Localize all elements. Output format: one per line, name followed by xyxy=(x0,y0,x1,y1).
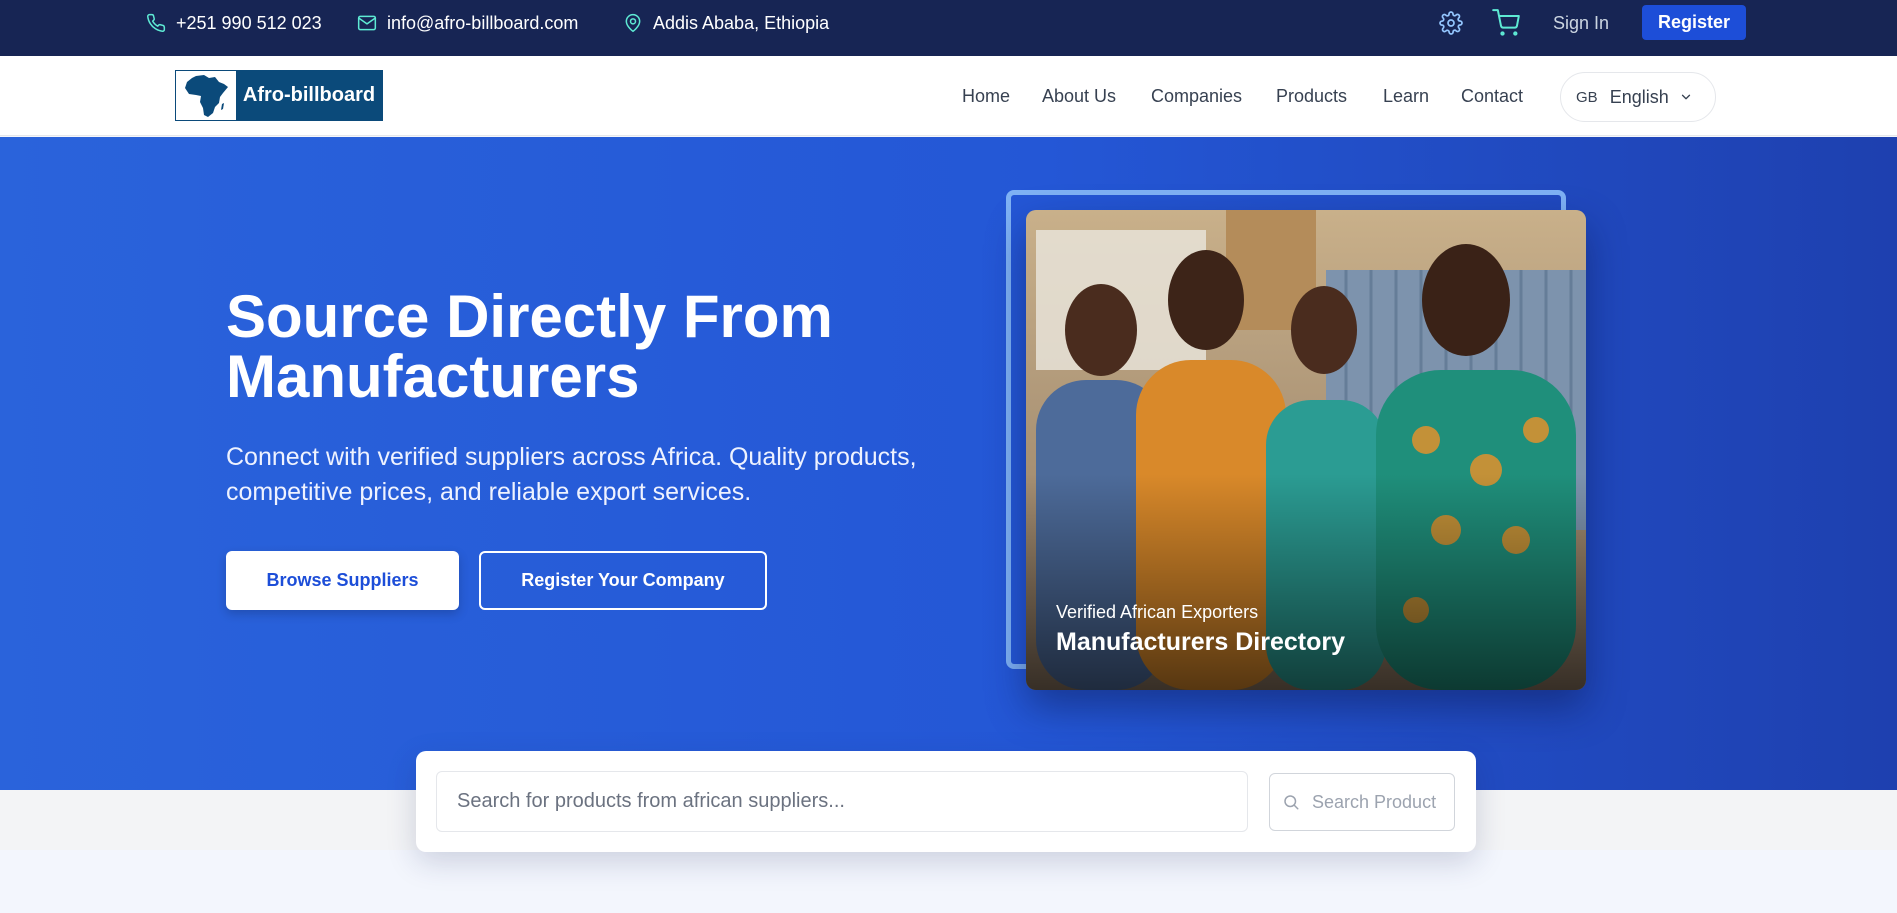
language-name: English xyxy=(1609,86,1669,107)
location-text: Addis Ababa, Ethiopia xyxy=(653,12,830,33)
chevron-down-icon xyxy=(1681,94,1690,100)
contact-email[interactable]: info@afro-billboard.com xyxy=(357,0,578,46)
nav-companies[interactable]: Companies xyxy=(1151,56,1242,136)
search-product-button[interactable]: Search Product xyxy=(1269,773,1455,831)
image-caption-large: Manufacturers Directory xyxy=(1056,628,1345,656)
contact-location: Addis Ababa, Ethiopia xyxy=(623,0,829,46)
main-navbar: Afro-billboard Home About Us Companies P… xyxy=(0,56,1897,136)
lower-section-2 xyxy=(0,850,1897,913)
site-logo[interactable]: Afro-billboard xyxy=(175,70,383,121)
hero-title: Source Directly From Manufacturers xyxy=(226,283,833,410)
contact-phone[interactable]: +251 990 512 023 xyxy=(146,0,322,46)
africa-map-icon xyxy=(176,71,236,120)
cart-icon[interactable] xyxy=(1492,9,1520,37)
gear-icon[interactable] xyxy=(1439,11,1463,35)
nav-contact[interactable]: Contact xyxy=(1461,56,1523,136)
language-code: GB xyxy=(1576,88,1598,106)
nav-learn[interactable]: Learn xyxy=(1383,56,1429,136)
register-button[interactable]: Register xyxy=(1642,5,1746,40)
register-company-button[interactable]: Register Your Company xyxy=(479,551,767,610)
language-selector[interactable]: GB English xyxy=(1560,72,1716,122)
product-search-card: Search Product xyxy=(416,751,1476,852)
image-caption-small: Verified African Exporters xyxy=(1056,602,1259,622)
map-pin-icon xyxy=(625,13,641,33)
mail-icon xyxy=(357,15,377,31)
nav-about-us[interactable]: About Us xyxy=(1042,56,1116,136)
browse-suppliers-button[interactable]: Browse Suppliers xyxy=(226,551,459,610)
hero-subtitle: Connect with verified suppliers across A… xyxy=(226,443,917,506)
hero-image: Verified African Exporters Manufacturers… xyxy=(1026,210,1586,690)
nav-home[interactable]: Home xyxy=(962,56,1010,136)
search-icon xyxy=(1284,795,1299,810)
top-info-bar: +251 990 512 023 info@afro-billboard.com… xyxy=(0,0,1897,56)
email-address: info@afro-billboard.com xyxy=(387,12,579,33)
phone-number: +251 990 512 023 xyxy=(176,12,322,33)
logo-text: Afro-billboard xyxy=(242,84,376,106)
sign-in-link[interactable]: Sign In xyxy=(1553,0,1609,46)
product-search-input[interactable] xyxy=(436,771,1248,832)
search-product-label: Search Product xyxy=(1312,791,1437,812)
nav-products[interactable]: Products xyxy=(1276,56,1347,136)
phone-icon xyxy=(147,13,166,32)
